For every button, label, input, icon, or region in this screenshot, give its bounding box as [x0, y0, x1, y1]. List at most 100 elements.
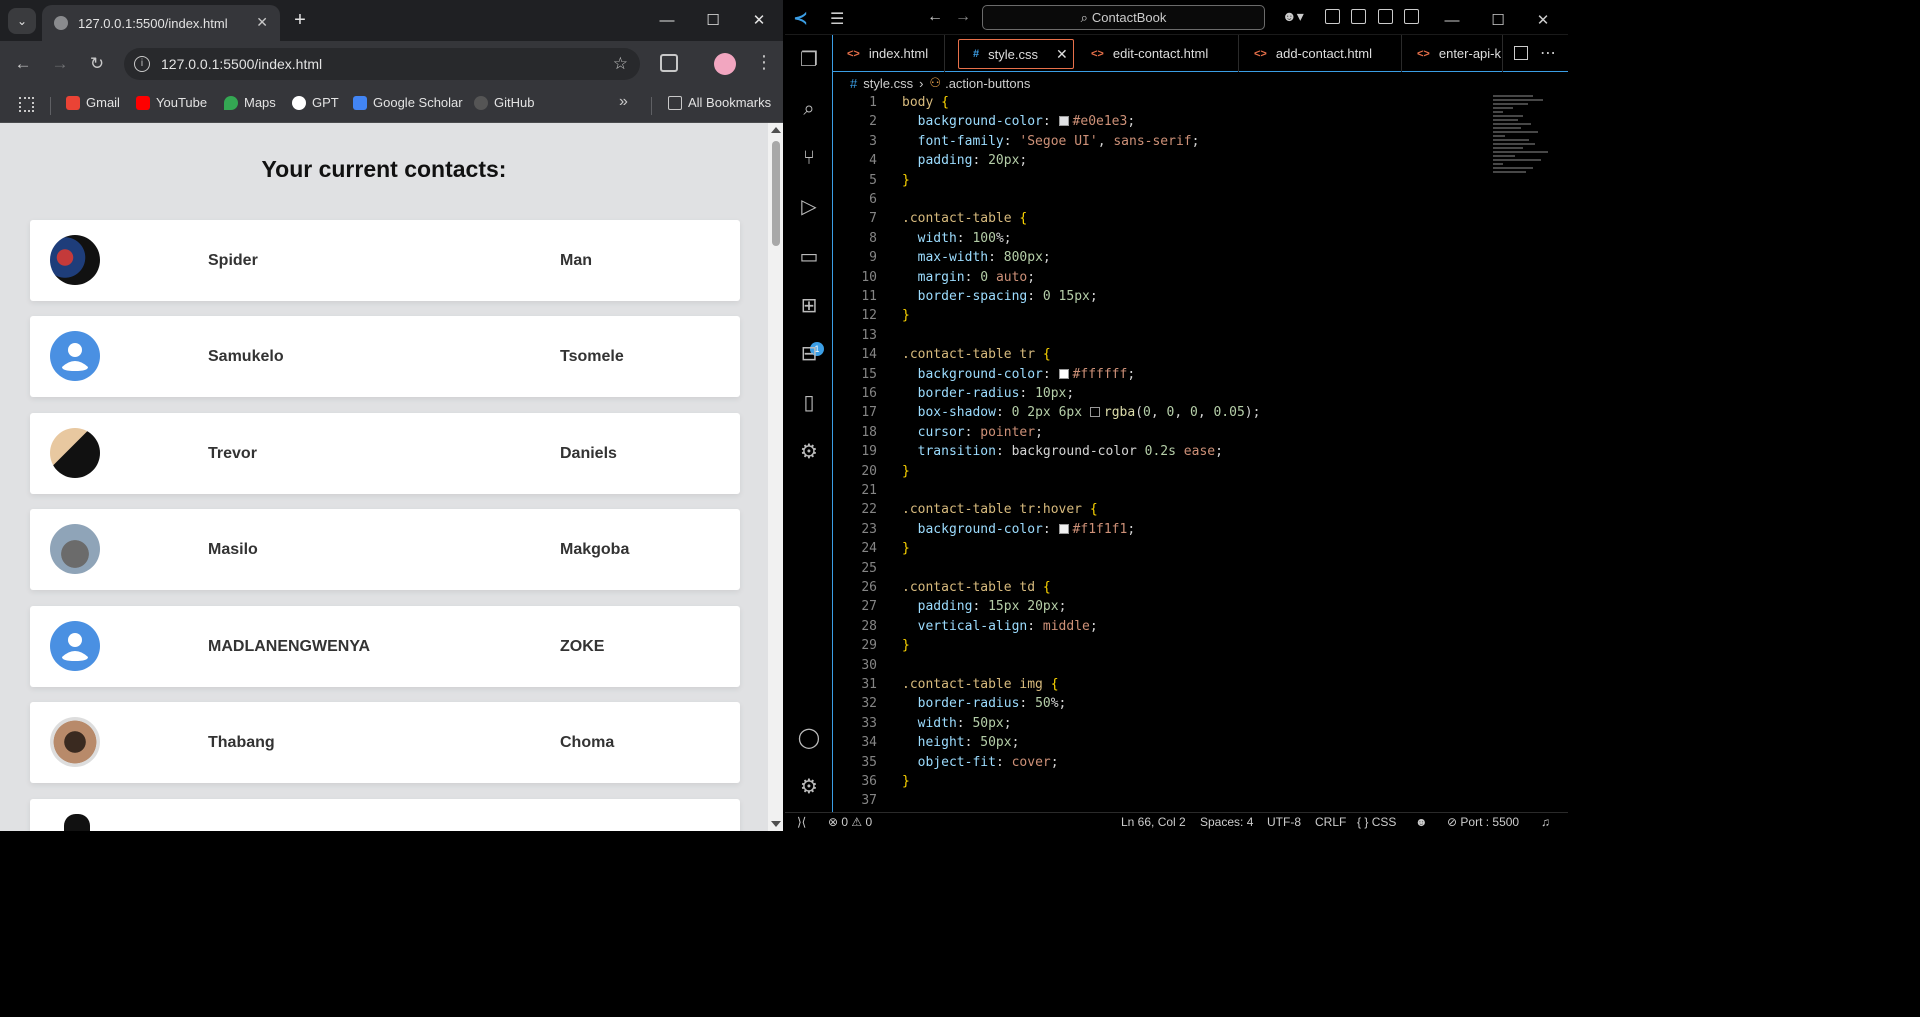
- problems-indicator[interactable]: ⊗ 0 ⚠ 0: [828, 815, 872, 829]
- cursor-position[interactable]: Ln 66, Col 2: [1121, 815, 1186, 829]
- code-text[interactable]: font-family: 'Segoe UI', sans-serif;: [902, 132, 1200, 151]
- code-line[interactable]: 11 border-spacing: 0 15px;: [833, 287, 1473, 306]
- code-text[interactable]: transition: background-color 0.2s ease;: [902, 442, 1223, 461]
- code-text[interactable]: .contact-table tr {: [902, 345, 1051, 364]
- code-text[interactable]: margin: 0 auto;: [902, 268, 1035, 287]
- scroll-up-arrow[interactable]: [771, 127, 781, 133]
- code-text[interactable]: padding: 20px;: [902, 151, 1028, 170]
- page-scrollbar[interactable]: [768, 123, 783, 831]
- more-bookmarks-icon[interactable]: »: [619, 93, 628, 111]
- code-line[interactable]: 9 max-width: 800px;: [833, 248, 1473, 267]
- bookmark-gpt[interactable]: GPT: [292, 95, 339, 110]
- code-line[interactable]: 18 cursor: pointer;: [833, 423, 1473, 442]
- code-text[interactable]: background-color: #e0e1e3;: [902, 112, 1136, 131]
- contact-row[interactable]: MADLANENGWENYA ZOKE: [30, 606, 740, 687]
- code-text[interactable]: }: [902, 462, 910, 481]
- extensions-icon[interactable]: ⊞: [796, 293, 822, 319]
- code-line[interactable]: 27 padding: 15px 20px;: [833, 597, 1473, 616]
- code-line[interactable]: 37: [833, 791, 1473, 810]
- code-line[interactable]: 26 .contact-table td {: [833, 578, 1473, 597]
- code-text[interactable]: .contact-table td {: [902, 578, 1051, 597]
- tab-add-contact-html[interactable]: <> add-contact.html: [1240, 35, 1402, 72]
- code-line[interactable]: 19 transition: background-color 0.2s eas…: [833, 442, 1473, 461]
- forward-arrow-icon[interactable]: →: [955, 8, 971, 26]
- code-line[interactable]: 30: [833, 656, 1473, 675]
- code-text[interactable]: body {: [902, 93, 949, 112]
- line-ending[interactable]: CRLF: [1315, 815, 1346, 829]
- new-tab-button[interactable]: +: [289, 8, 311, 32]
- contact-row[interactable]: [30, 799, 740, 831]
- close-window-button[interactable]: ✕: [746, 8, 772, 34]
- contact-row[interactable]: Masilo Makgoba: [30, 509, 740, 590]
- code-text[interactable]: .contact-table tr:hover {: [902, 500, 1098, 519]
- code-line[interactable]: 34 height: 50px;: [833, 733, 1473, 752]
- code-line[interactable]: 1 body {: [833, 93, 1473, 112]
- code-text[interactable]: }: [902, 539, 910, 558]
- maximize-button[interactable]: ☐: [700, 8, 726, 34]
- encoding[interactable]: UTF-8: [1267, 815, 1301, 829]
- bookmark-github[interactable]: GitHub: [474, 95, 534, 110]
- live-server-port[interactable]: ⊘ Port : 5500: [1447, 815, 1519, 829]
- code-text[interactable]: vertical-align: middle;: [902, 617, 1098, 636]
- code-line[interactable]: 23 background-color: #f1f1f1;: [833, 520, 1473, 539]
- back-button[interactable]: ←: [12, 53, 34, 75]
- code-text[interactable]: width: 50px;: [902, 714, 1012, 733]
- url-text[interactable]: 127.0.0.1:5500/index.html: [161, 56, 322, 72]
- close-tab-icon[interactable]: ✕: [256, 14, 268, 31]
- contact-row[interactable]: Trevor Daniels: [30, 413, 740, 494]
- browser-tab[interactable]: 127.0.0.1:5500/index.html ✕: [42, 5, 280, 41]
- code-line[interactable]: 13: [833, 326, 1473, 345]
- code-line[interactable]: 24}: [833, 539, 1473, 558]
- split-editor-icon[interactable]: [1514, 46, 1528, 60]
- code-line[interactable]: 15 background-color: #ffffff;: [833, 365, 1473, 384]
- toggle-secondary-sidebar-icon[interactable]: [1404, 9, 1419, 24]
- code-text[interactable]: }: [902, 171, 910, 190]
- breadcrumb-file[interactable]: style.css: [863, 76, 913, 91]
- code-line[interactable]: 25: [833, 559, 1473, 578]
- site-info-icon[interactable]: i: [134, 56, 150, 72]
- tab-enter-api-key[interactable]: <> enter-api-k: [1403, 35, 1503, 72]
- code-text[interactable]: cursor: pointer;: [902, 423, 1043, 442]
- tab-edit-contact-html[interactable]: <> edit-contact.html: [1077, 35, 1239, 72]
- code-line[interactable]: 7 .contact-table {: [833, 209, 1473, 228]
- code-text[interactable]: }: [902, 636, 910, 655]
- menu-icon[interactable]: ☰: [830, 9, 844, 29]
- api-tools-icon[interactable]: ⚙: [796, 439, 822, 465]
- code-line[interactable]: 31 .contact-table img {: [833, 675, 1473, 694]
- code-text[interactable]: padding: 15px 20px;: [902, 597, 1067, 616]
- bookmark-youtube[interactable]: YouTube: [136, 95, 207, 110]
- toggle-panel-icon[interactable]: [1378, 9, 1393, 24]
- more-actions-icon[interactable]: ⋯: [1540, 43, 1556, 63]
- code-line[interactable]: 14 .contact-table tr {: [833, 345, 1473, 364]
- code-line[interactable]: 16 border-radius: 10px;: [833, 384, 1473, 403]
- bookmark-google-scholar[interactable]: Google Scholar: [353, 95, 463, 110]
- code-line[interactable]: 35 object-fit: cover;: [833, 753, 1473, 772]
- remote-explorer-icon[interactable]: ▭: [796, 244, 822, 270]
- apps-icon[interactable]: [19, 97, 34, 112]
- code-text[interactable]: object-fit: cover;: [902, 753, 1059, 772]
- code-line[interactable]: 6: [833, 190, 1473, 209]
- contact-row[interactable]: Thabang Choma: [30, 702, 740, 783]
- database-icon[interactable]: ⊟: [796, 341, 822, 367]
- code-text[interactable]: height: 50px;: [902, 733, 1020, 752]
- remote-icon[interactable]: ⟩⟨: [797, 815, 806, 829]
- contact-row[interactable]: Spider Man: [30, 220, 740, 301]
- code-line[interactable]: 12}: [833, 306, 1473, 325]
- close-tab-icon[interactable]: ✕: [1056, 46, 1068, 63]
- tab-search-button[interactable]: ⌄: [8, 8, 36, 34]
- code-line[interactable]: 5}: [833, 171, 1473, 190]
- all-bookmarks[interactable]: All Bookmarks: [668, 95, 771, 110]
- code-text[interactable]: }: [902, 306, 910, 325]
- scrollbar-thumb[interactable]: [772, 141, 780, 246]
- source-control-icon[interactable]: ⑂: [796, 145, 822, 171]
- toggle-sidebar-icon[interactable]: [1351, 9, 1366, 24]
- bookmark-star-icon[interactable]: ☆: [613, 54, 628, 74]
- notebook-icon[interactable]: ▯: [796, 390, 822, 416]
- bookmark-gmail[interactable]: Gmail: [66, 95, 120, 110]
- code-line[interactable]: 22 .contact-table tr:hover {: [833, 500, 1473, 519]
- code-text[interactable]: background-color: #ffffff;: [902, 365, 1136, 384]
- run-debug-icon[interactable]: ▷: [796, 194, 822, 220]
- code-line[interactable]: 3 font-family: 'Segoe UI', sans-serif;: [833, 132, 1473, 151]
- command-center-search[interactable]: ⌕ ContactBook: [982, 5, 1265, 30]
- code-line[interactable]: 32 border-radius: 50%;: [833, 694, 1473, 713]
